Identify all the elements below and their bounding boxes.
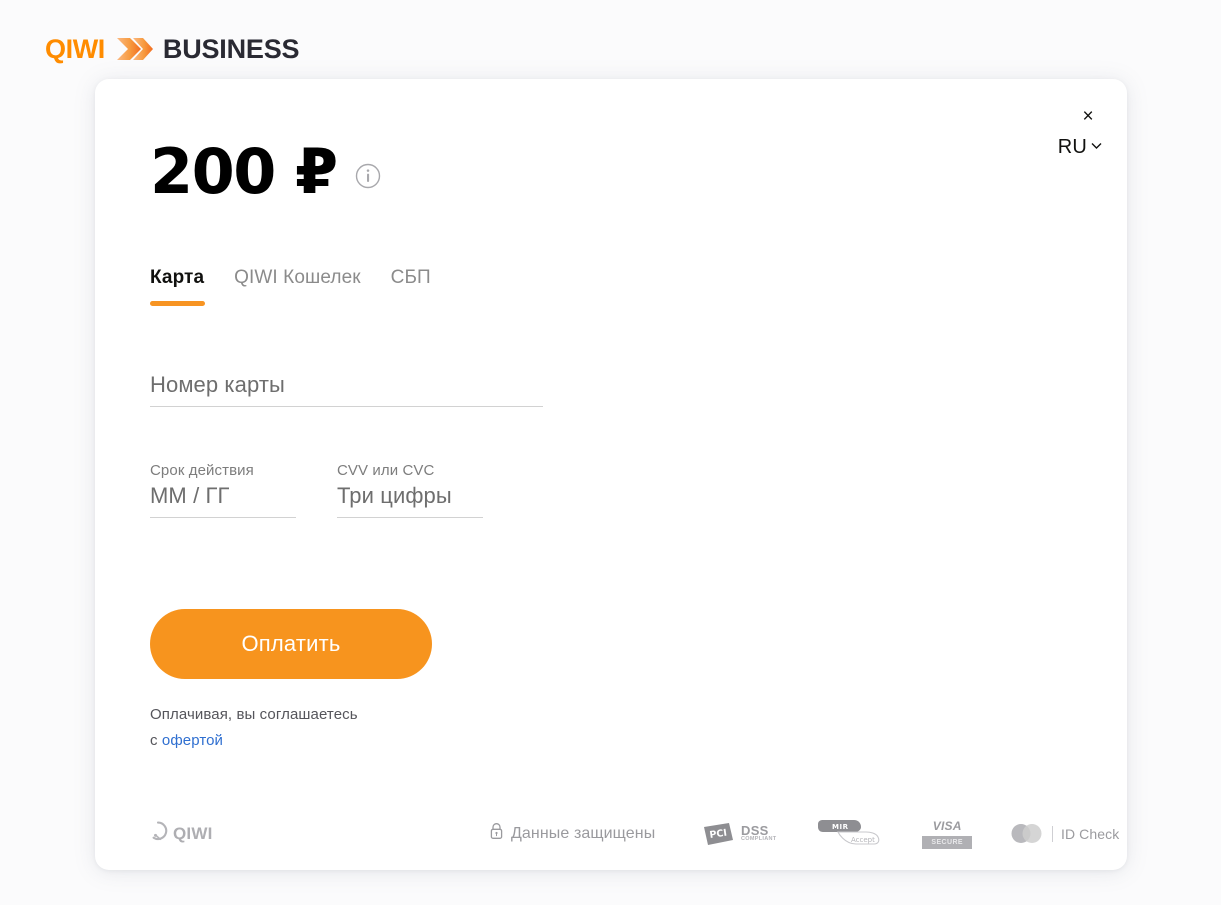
- visa-secure-badge: VISA SECURE: [922, 819, 972, 849]
- lock-icon: [489, 822, 504, 845]
- tab-card[interactable]: Карта: [150, 267, 206, 309]
- offer-prefix: с: [150, 731, 162, 749]
- id-check-label: ID Check: [1060, 825, 1120, 842]
- pci-dss-badge: PCI DSS COMPLIANT: [703, 822, 776, 846]
- expiry-input[interactable]: [150, 483, 296, 518]
- tab-sbp[interactable]: СБП: [391, 267, 431, 309]
- amount-row: 200 ₽: [150, 141, 381, 203]
- pci-dss-label: DSS: [741, 822, 769, 838]
- id-check-divider: [1051, 825, 1053, 842]
- chevron-down-icon: [1089, 136, 1104, 159]
- card-number-field: [150, 372, 543, 407]
- chevron-right-icon: [116, 36, 154, 62]
- amount-value: 200 ₽: [150, 135, 338, 208]
- cvv-field: CVV или CVC: [337, 462, 483, 518]
- offer-agreement: Оплачивая, вы соглашаетесь с офертой: [150, 702, 358, 753]
- security-badges: PCI DSS COMPLIANT MIR Accept VISA SECURE…: [703, 818, 1119, 850]
- visa-secure-label: SECURE: [922, 835, 972, 849]
- brand-qiwi-text: QIWI: [45, 33, 105, 64]
- tab-qiwi-wallet[interactable]: QIWI Кошелек: [234, 267, 361, 309]
- close-icon[interactable]: ×: [1075, 103, 1101, 129]
- card-footer: QIWI Данные защищены PCI DSS COMPLIANT M…: [95, 797, 1127, 870]
- offer-line-1: Оплачивая, вы соглашаетесь: [150, 706, 358, 723]
- pci-mark-icon: PCI: [703, 822, 737, 846]
- offer-link[interactable]: офертой: [162, 732, 223, 749]
- footer-qiwi-logo: QIWI: [148, 821, 213, 846]
- cvv-input[interactable]: [337, 483, 483, 518]
- cvv-label: CVV или CVC: [337, 462, 435, 479]
- id-check-badge: ID Check: [1010, 823, 1119, 844]
- svg-text:MIR: MIR: [832, 823, 849, 831]
- card-details-row: Срок действия CVV или CVC: [150, 462, 483, 518]
- language-selector[interactable]: RU: [1058, 136, 1104, 159]
- data-protected-text: Данные защищены: [511, 824, 656, 842]
- mir-accept-badge: MIR Accept: [814, 818, 884, 850]
- brand-business-text: BUSINESS: [162, 33, 300, 64]
- footer-qiwi-text: QIWI: [173, 823, 213, 843]
- pay-button[interactable]: Оплатить: [150, 609, 432, 679]
- expiry-label: Срок действия: [150, 462, 254, 479]
- expiry-field: Срок действия: [150, 462, 296, 518]
- visa-label: VISA: [932, 818, 962, 833]
- payment-method-tabs: Карта QIWI Кошелек СБП: [150, 267, 431, 309]
- info-circle-icon[interactable]: [355, 163, 381, 189]
- payment-card: × RU 200 ₽ Карта QIWI Кошелек СБП Ср: [95, 79, 1127, 870]
- pci-badge-text: DSS COMPLIANT: [741, 824, 776, 843]
- card-number-input[interactable]: [150, 372, 543, 407]
- svg-text:Accept: Accept: [851, 836, 875, 844]
- brand-header: QIWI BUSINESS: [45, 32, 300, 66]
- offer-line-2: с офертой: [150, 728, 358, 754]
- qiwi-q-icon: [148, 821, 168, 846]
- pci-compliant-label: COMPLIANT: [741, 836, 777, 843]
- mastercard-circles-icon: [1010, 823, 1044, 844]
- data-protected-notice: Данные защищены: [489, 822, 655, 845]
- language-label: RU: [1057, 136, 1087, 158]
